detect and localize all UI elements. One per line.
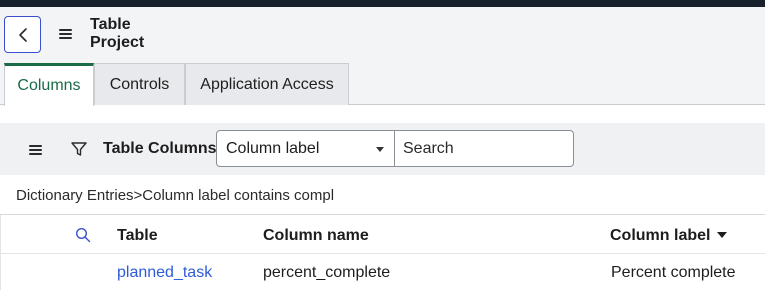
search-field-select[interactable]: Column label: [216, 130, 395, 167]
column-header-table[interactable]: Table: [117, 227, 158, 245]
panel-spacer: [0, 105, 765, 123]
filter-icon[interactable]: [70, 140, 88, 158]
breadcrumb[interactable]: Dictionary Entries>Column label contains…: [0, 175, 765, 215]
cell-column-label: Percent complete: [611, 264, 736, 281]
list-menu-icon[interactable]: [29, 145, 42, 155]
top-system-bar: [0, 0, 765, 7]
cell-table-link[interactable]: planned_task: [117, 264, 212, 282]
chevron-left-icon: [18, 27, 27, 42]
select-value: Column label: [226, 140, 320, 157]
sort-descending-icon: [717, 232, 728, 238]
back-button[interactable]: [4, 16, 41, 53]
grid-header: Table Column name Column label: [0, 215, 765, 254]
tab-columns[interactable]: Columns: [4, 63, 94, 106]
breadcrumb-text[interactable]: Dictionary Entries>Column label contains…: [16, 187, 334, 204]
column-header-label: Column label: [610, 227, 711, 244]
list-title: Table Columns: [103, 140, 217, 157]
form-header: Table Project: [0, 7, 765, 63]
chevron-down-icon: [376, 147, 384, 152]
tab-label: Application Access: [200, 75, 334, 93]
related-list-tabs: Columns Controls Application Access: [0, 63, 765, 106]
column-header-column-name[interactable]: Column name: [263, 227, 369, 245]
list-toolbar: Table Columns Column label: [0, 123, 765, 175]
tab-label: Controls: [109, 75, 170, 93]
hamburger-icon[interactable]: [59, 29, 72, 39]
title-line-1: Table: [90, 16, 131, 33]
table-row[interactable]: planned_task percent_complete Percent co…: [0, 254, 765, 290]
tab-label: Columns: [17, 77, 81, 94]
column-header-column-label[interactable]: Column label: [610, 227, 728, 245]
title-line-2: Project: [90, 34, 145, 51]
search-icon[interactable]: [75, 227, 91, 243]
page-title: Table Project: [90, 16, 144, 52]
cell-column-name: percent_complete: [263, 264, 391, 281]
search-input[interactable]: [394, 130, 574, 167]
tab-application-access[interactable]: Application Access: [185, 63, 349, 105]
tab-controls[interactable]: Controls: [94, 63, 185, 105]
